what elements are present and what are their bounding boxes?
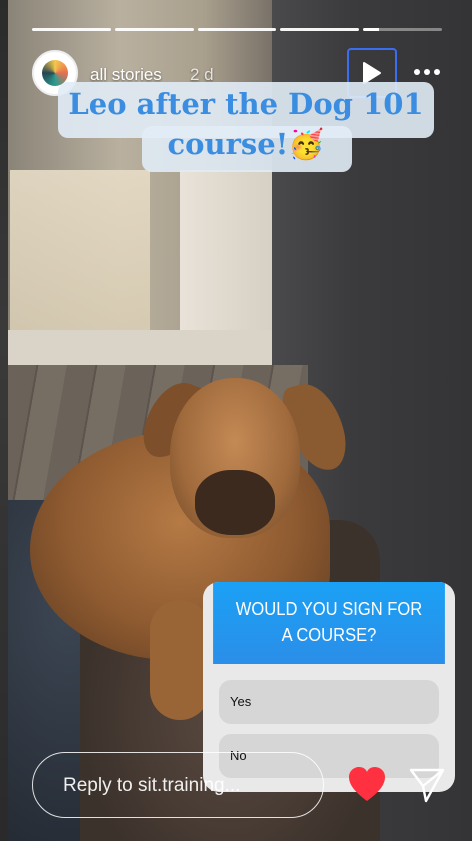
story-viewer[interactable]: all stories 2 d Leo after the Dog 101 co… xyxy=(0,0,472,841)
progress-segment-current xyxy=(363,28,442,31)
story-progress-bar xyxy=(32,28,442,31)
reply-input[interactable] xyxy=(61,771,305,801)
sunlight-patch xyxy=(10,170,150,340)
progress-segment xyxy=(197,28,277,31)
reply-field[interactable] xyxy=(32,752,324,818)
dog-muzzle xyxy=(195,470,275,535)
more-options-icon xyxy=(424,69,430,75)
baseboard xyxy=(8,330,278,366)
send-button[interactable] xyxy=(408,766,446,804)
more-options-icon xyxy=(434,69,440,75)
progress-segment xyxy=(114,28,194,31)
like-button[interactable] xyxy=(347,766,387,804)
more-options-icon xyxy=(414,69,420,75)
send-icon xyxy=(409,768,445,803)
caption-text: Leo after the Dog 101 course!🥳 xyxy=(68,87,424,161)
poll-question: WOULD YOU SIGN FOR A COURSE? xyxy=(213,582,445,664)
progress-segment xyxy=(32,28,111,31)
poll-option-yes[interactable]: Yes xyxy=(219,680,439,724)
dog-leg xyxy=(150,600,210,720)
progress-segment xyxy=(280,28,360,31)
heart-icon xyxy=(349,767,385,801)
